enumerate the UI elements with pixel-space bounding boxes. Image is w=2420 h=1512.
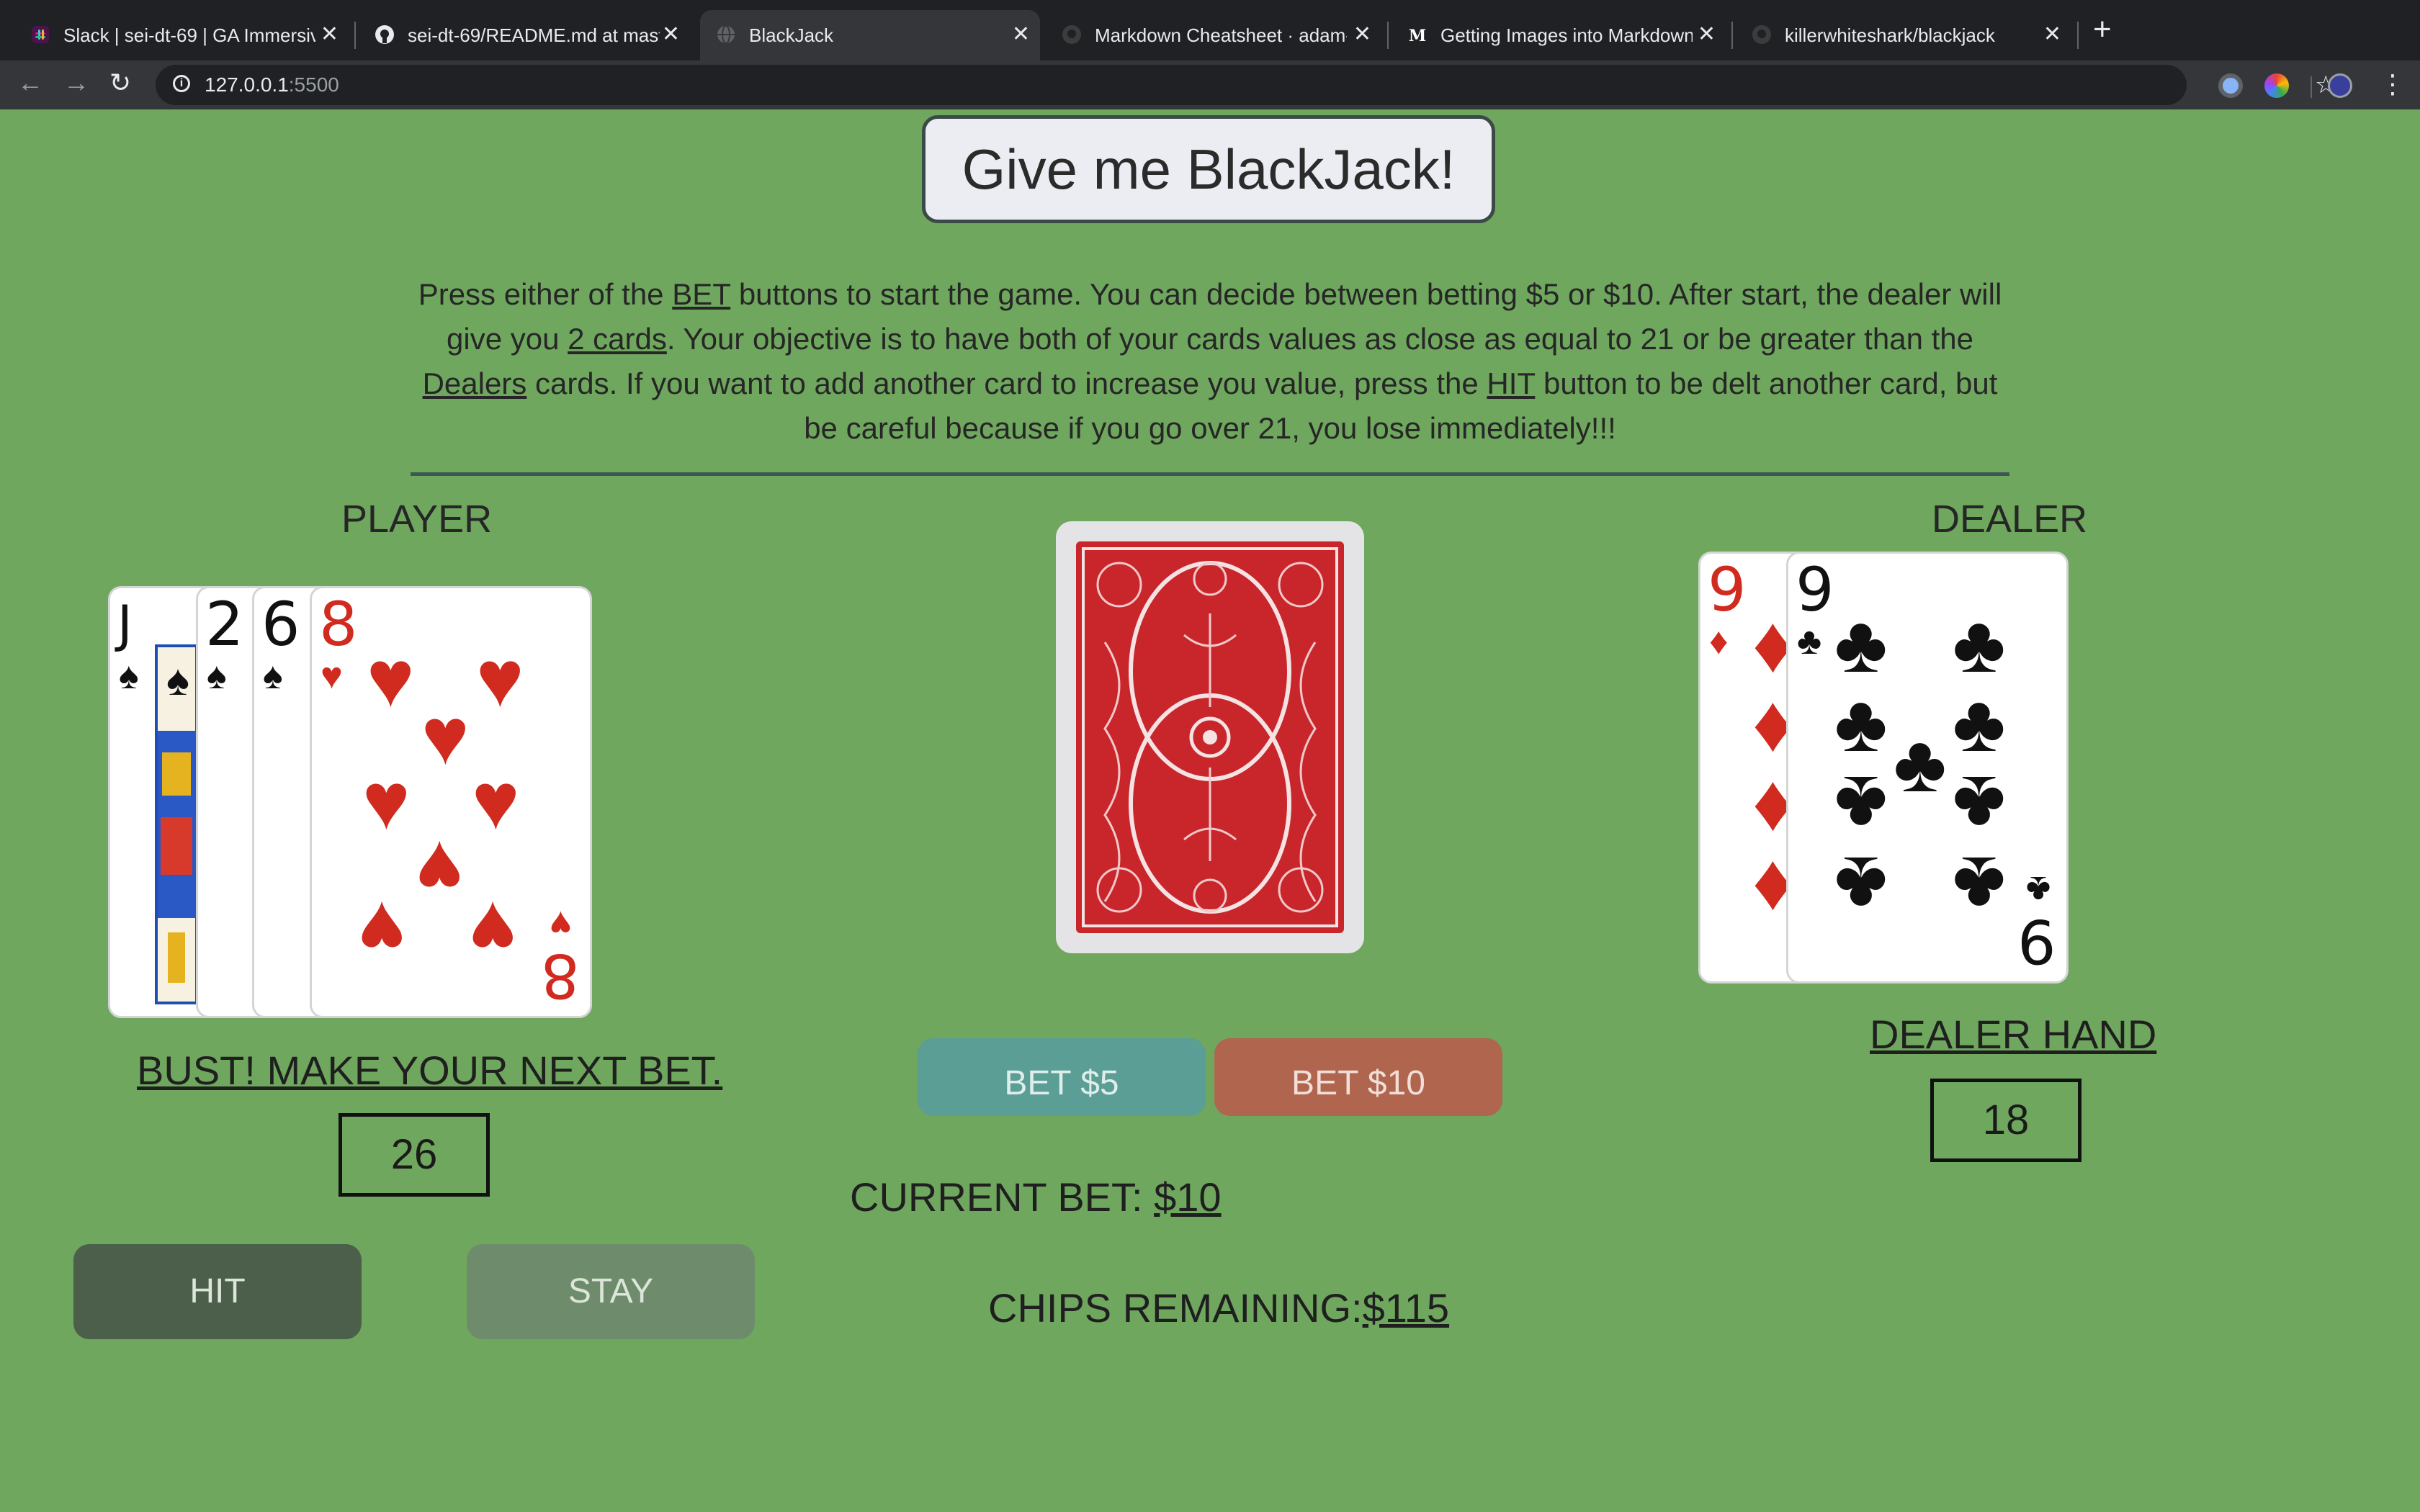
club-pip: ♣ xyxy=(1953,840,2006,930)
browser-toolbar: ← → ↻ i 127.0.0.1:5500 ☆ ⋮ xyxy=(0,60,2420,109)
back-arrow-icon[interactable]: ← xyxy=(17,68,43,98)
url-text: 127.0.0.1:5500 xyxy=(205,73,339,96)
current-bet: CURRENT BET: $10 xyxy=(850,1174,1222,1220)
instructions-text: Press either of the BET buttons to start… xyxy=(418,277,2002,445)
player-status-message: BUST! MAKE YOUR NEXT BET. xyxy=(137,1048,723,1093)
medium-icon: M xyxy=(1409,26,1426,45)
stay-button[interactable]: STAY xyxy=(467,1244,755,1339)
section-divider xyxy=(411,472,2009,476)
player-score-box: 26 xyxy=(339,1113,490,1197)
heart-pip: ♥ xyxy=(469,885,517,975)
tab-title: Markdown Cheatsheet · adam- xyxy=(1095,24,1347,46)
deck-card-back[interactable] xyxy=(1056,521,1364,953)
browser-tab-bar: Slack | sei-dt-69 | GA Immersiv ✕ sei-dt… xyxy=(0,0,2420,60)
tab-title: BlackJack xyxy=(749,24,834,46)
hit-keyword: HIT xyxy=(1487,366,1536,400)
heart-pip: ♥ xyxy=(362,756,411,846)
color-picker-extension-icon[interactable] xyxy=(2264,73,2289,98)
heart-pip: ♥ xyxy=(421,691,470,781)
address-bar[interactable]: i 127.0.0.1:5500 ☆ xyxy=(156,65,2336,105)
slack-icon xyxy=(32,26,49,43)
bet-5-button[interactable]: BET $5 xyxy=(918,1038,1206,1116)
heart-pip: ♥ xyxy=(476,634,524,724)
close-tab-icon[interactable]: ✕ xyxy=(321,22,339,47)
bet-keyword: BET xyxy=(672,277,731,311)
jack-face-art: ♠ xyxy=(155,644,198,1004)
tab-slack[interactable]: Slack | sei-dt-69 | GA Immersiv ✕ xyxy=(14,10,349,60)
dealer-card-9-clubs: 9 ♣ ♣ ♣ ♣ ♣ ♣ ♣ ♣ ♣ ♣ ♣ 9 xyxy=(1786,552,2069,984)
current-bet-value: $10 xyxy=(1154,1174,1222,1220)
tab-blackjack[interactable]: BlackJack ✕ xyxy=(700,10,1040,60)
two-cards-keyword: 2 cards xyxy=(568,322,667,356)
chips-remaining: CHIPS REMAINING:$115 xyxy=(988,1285,1450,1331)
tab-separator xyxy=(1387,22,1389,49)
close-tab-icon[interactable]: ✕ xyxy=(2043,22,2061,47)
github-icon xyxy=(1752,25,1771,44)
github-icon xyxy=(1062,25,1081,44)
heart-pip: ♥ xyxy=(416,824,464,914)
close-tab-icon[interactable]: ✕ xyxy=(1698,22,1716,47)
chips-remaining-value: $115 xyxy=(1362,1285,1450,1331)
dealer-hand-label: DEALER HAND xyxy=(1870,1012,2157,1057)
site-info-icon[interactable]: i xyxy=(173,75,190,92)
deck-pattern xyxy=(1076,541,1344,933)
svg-text:♠: ♠ xyxy=(166,656,189,704)
svg-text:M: M xyxy=(1409,27,1426,45)
club-pip: ♣ xyxy=(1894,719,1947,809)
close-tab-icon[interactable]: ✕ xyxy=(662,22,680,47)
tab-separator xyxy=(1731,22,1733,49)
club-pip: ♣ xyxy=(1953,599,2006,689)
menu-kebab-icon[interactable]: ⋮ xyxy=(2380,69,2406,99)
profile-avatar[interactable] xyxy=(2328,73,2352,98)
dealer-score-box: 18 xyxy=(1930,1079,2081,1162)
page-title: Give me BlackJack! xyxy=(922,115,1495,223)
club-pip: ♣ xyxy=(1953,760,2006,850)
card-back-ornament xyxy=(1082,547,1338,927)
heart-pip: ♥ xyxy=(472,756,520,846)
tab-readme[interactable]: sei-dt-69/README.md at mast ✕ xyxy=(359,10,690,60)
github-icon xyxy=(375,25,394,44)
new-tab-button[interactable]: + xyxy=(2093,12,2112,48)
extension-icon[interactable] xyxy=(2218,73,2243,98)
player-card-8-hearts: 8 ♥ ♥ ♥ ♥ ♥ ♥ ♥ ♥ ♥ ♥ 8 xyxy=(310,586,592,1018)
club-pip: ♣ xyxy=(1834,840,1888,930)
heart-pip: ♥ xyxy=(358,885,406,975)
globe-icon xyxy=(717,25,735,44)
tab-markdown-cheatsheet[interactable]: Markdown Cheatsheet · adam- ✕ xyxy=(1046,10,1381,60)
tab-title: Slack | sei-dt-69 | GA Immersiv xyxy=(63,24,315,46)
tab-images-markdown[interactable]: M Getting Images into Markdown ✕ xyxy=(1392,10,1726,60)
reload-icon[interactable]: ↻ xyxy=(109,68,131,98)
heart-pip: ♥ xyxy=(367,634,415,724)
bet-10-button[interactable]: BET $10 xyxy=(1214,1038,1502,1116)
club-pip: ♣ xyxy=(1953,678,2006,768)
club-pip: ♣ xyxy=(1834,760,1888,850)
player-heading: PLAYER xyxy=(341,498,493,541)
tab-killerwhiteshark-repo[interactable]: killerwhiteshark/blackjack ✕ xyxy=(1736,10,2071,60)
club-pip: ♣ xyxy=(1834,678,1888,768)
forward-arrow-icon[interactable]: → xyxy=(63,68,89,98)
tab-separator xyxy=(2077,22,2079,49)
dealers-keyword: Dealers xyxy=(422,366,527,400)
club-pip: ♣ xyxy=(1834,599,1888,689)
hit-button[interactable]: HIT xyxy=(73,1244,362,1339)
tab-title: killerwhiteshark/blackjack xyxy=(1785,24,1995,46)
tab-separator xyxy=(354,22,356,49)
tab-title: sei-dt-69/README.md at mast xyxy=(408,24,660,46)
close-tab-icon[interactable]: ✕ xyxy=(1012,22,1030,47)
tab-title: Getting Images into Markdown xyxy=(1440,24,1693,46)
close-tab-icon[interactable]: ✕ xyxy=(1353,22,1371,47)
dealer-heading: DEALER xyxy=(1932,498,2088,541)
toolbar-separator xyxy=(2311,76,2312,98)
